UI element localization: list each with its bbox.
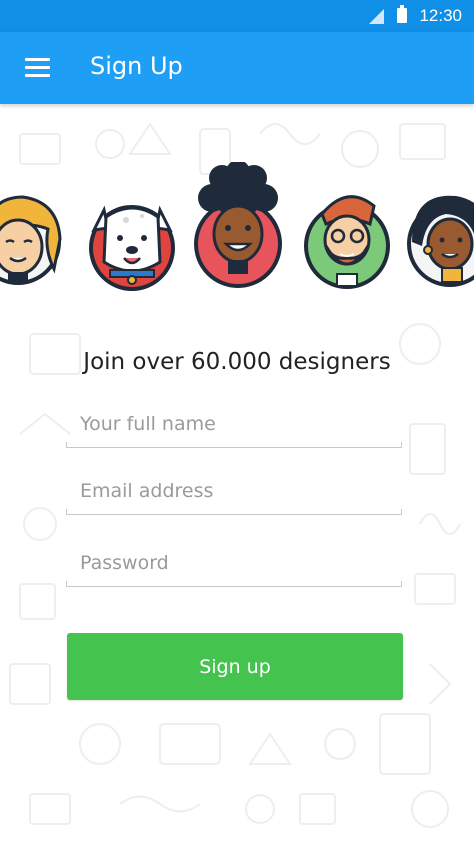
avatar-woman-blonde [0,195,62,285]
avatar-woman-dark-hair [407,195,474,287]
full-name-field [66,404,402,450]
headline: Join over 60.000 designers [83,349,391,375]
password-underline [66,581,402,587]
signup-content: Join over 60.000 designers Sign up [0,104,474,842]
email-underline [66,509,402,515]
full-name-input[interactable] [66,404,402,444]
app-bar: Sign Up [0,32,474,104]
status-time: 12:30 [419,6,462,25]
password-field [66,543,402,589]
menu-icon[interactable] [25,58,50,78]
password-input[interactable] [66,543,402,583]
avatar-dog [89,205,175,291]
email-field [66,471,402,517]
sign-up-button[interactable]: Sign up [67,633,403,700]
avatar-man-afro [194,162,282,288]
full-name-underline [66,442,402,448]
page-title: Sign Up [90,52,183,80]
status-bar: 12:30 [0,0,474,32]
battery-icon [397,5,407,23]
email-input[interactable] [66,471,402,511]
signal-icon [369,9,384,24]
avatar-row [0,162,474,302]
avatar-man-beard-glasses [304,195,390,289]
